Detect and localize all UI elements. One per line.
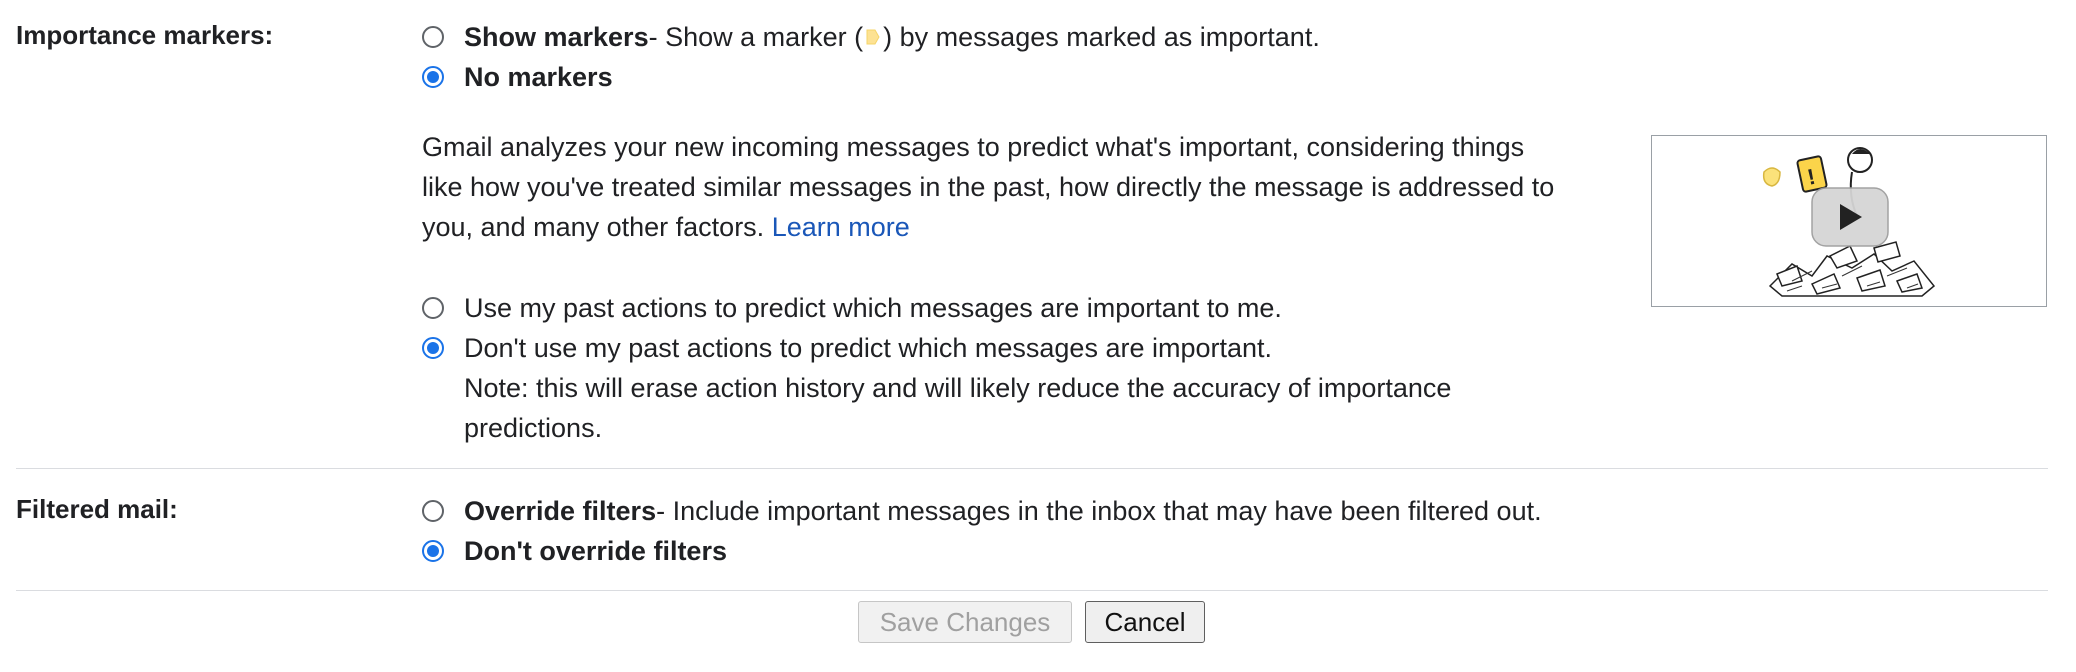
learn-more-link[interactable]: Learn more [772, 212, 910, 242]
dont-override-filters-title: Don't override filters [464, 536, 727, 566]
override-filters-option[interactable]: Override filters - Include important mes… [422, 494, 1542, 528]
importance-description-text: Gmail analyzes your new incoming message… [422, 132, 1555, 242]
show-markers-radio[interactable] [422, 26, 444, 48]
video-illustration-icon: ! [1762, 147, 1936, 297]
no-markers-option[interactable]: No markers [422, 60, 613, 94]
override-filters-radio[interactable] [422, 500, 444, 522]
show-markers-option[interactable]: Show markers - Show a marker ( ) by mess… [422, 20, 1320, 54]
save-changes-button[interactable]: Save Changes [858, 601, 1072, 643]
override-filters-title: Override filters [464, 496, 657, 526]
importance-description: Gmail analyzes your new incoming message… [422, 127, 1562, 247]
dont-override-filters-radio[interactable] [422, 540, 444, 562]
section-divider [16, 468, 2048, 469]
importance-marker-icon [866, 29, 880, 45]
dont-use-past-actions-radio[interactable] [422, 337, 444, 359]
dont-use-past-actions-label: Don't use my past actions to predict whi… [464, 333, 1273, 363]
importance-video-thumbnail[interactable]: ! [1651, 135, 2047, 307]
buttons-divider [16, 590, 2048, 591]
dont-use-past-actions-option[interactable]: Don't use my past actions to predict whi… [422, 331, 1272, 365]
show-markers-title: Show markers [464, 22, 649, 52]
importance-markers-label: Importance markers: [16, 20, 274, 50]
show-markers-desc-before: - Show a marker ( [648, 22, 864, 52]
cancel-button[interactable]: Cancel [1085, 601, 1205, 643]
show-markers-desc-after: ) by messages marked as important. [883, 22, 1320, 52]
use-past-actions-option[interactable]: Use my past actions to predict which mes… [422, 291, 1282, 325]
no-markers-title: No markers [464, 62, 613, 92]
override-filters-desc: - Include important messages in the inbo… [656, 496, 1542, 526]
use-past-actions-label: Use my past actions to predict which mes… [464, 293, 1282, 323]
action-history-note: Note: this will erase action history and… [464, 373, 1452, 443]
use-past-actions-radio[interactable] [422, 297, 444, 319]
no-markers-radio[interactable] [422, 66, 444, 88]
filtered-mail-label: Filtered mail: [16, 494, 178, 524]
dont-override-filters-option[interactable]: Don't override filters [422, 534, 727, 568]
